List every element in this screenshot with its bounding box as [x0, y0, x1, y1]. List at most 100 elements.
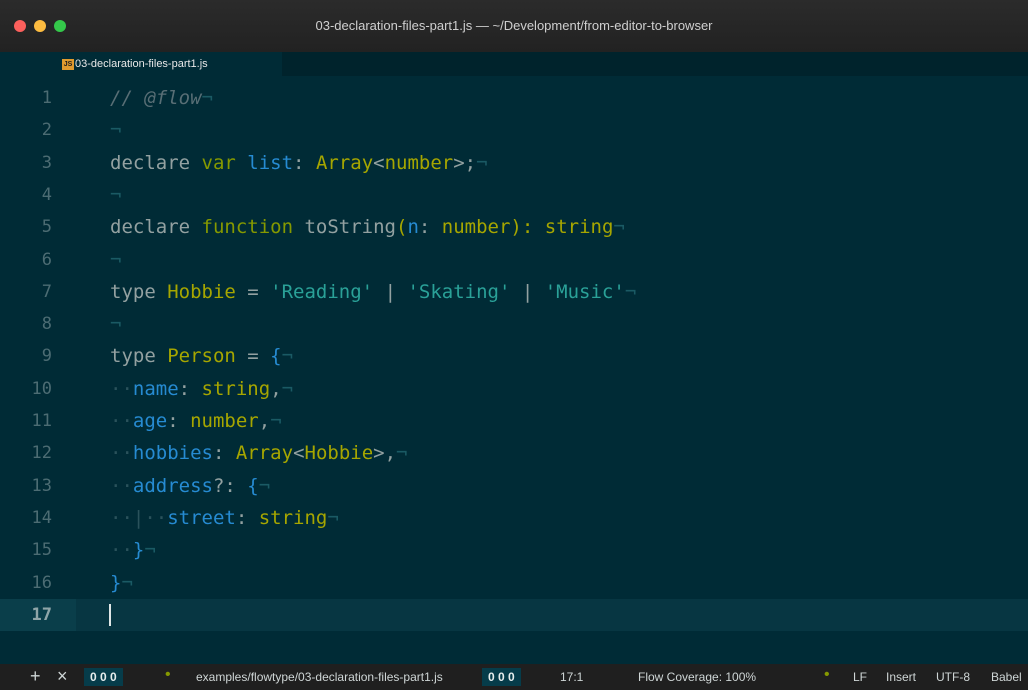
- line-number[interactable]: 2: [0, 114, 52, 146]
- code-token: ··: [110, 442, 133, 465]
- file-path[interactable]: examples/flowtype/03-declaration-files-p…: [196, 670, 443, 684]
- line-number[interactable]: 8: [0, 308, 52, 340]
- code-line[interactable]: 15 ··}¬: [0, 534, 1028, 566]
- flow-status-dot-icon: •: [824, 666, 830, 683]
- line-ending[interactable]: LF: [853, 670, 867, 684]
- code-token: ¬: [476, 151, 488, 174]
- line-number[interactable]: 17: [0, 599, 52, 631]
- code-token: number: [384, 151, 454, 174]
- code-token: Array: [235, 442, 294, 465]
- code-token: =: [235, 345, 271, 368]
- code-token: {: [247, 474, 259, 497]
- line-number[interactable]: 13: [0, 470, 52, 502]
- code-token: ¬: [281, 345, 294, 368]
- text-cursor: [109, 603, 111, 626]
- code-token: {: [270, 345, 282, 368]
- close-icon[interactable]: ×: [57, 666, 68, 687]
- code-text[interactable]: ¬: [110, 308, 121, 340]
- code-line[interactable]: 13 ··address?: {¬: [0, 470, 1028, 502]
- code-text[interactable]: // @flow¬: [110, 82, 213, 114]
- cursor-position[interactable]: 17:1: [560, 670, 583, 684]
- line-number[interactable]: 16: [0, 567, 52, 599]
- code-line[interactable]: 5 declare function toString(n: number): s…: [0, 211, 1028, 243]
- code-text[interactable]: ··address?: {¬: [110, 470, 270, 502]
- code-editor[interactable]: 1// @flow¬ 2 ¬ 3 declare var list: Array<num…: [0, 82, 1028, 657]
- code-token: ¬: [258, 474, 271, 497]
- js-file-icon: JS: [62, 59, 74, 70]
- code-token: :: [235, 506, 259, 529]
- code-line[interactable]: 8 ¬: [0, 308, 1028, 340]
- file-encoding[interactable]: UTF-8: [936, 670, 970, 684]
- line-number[interactable]: 3: [0, 147, 52, 179]
- flow-coverage[interactable]: Flow Coverage: 100%: [638, 670, 756, 684]
- code-token: ):: [510, 216, 545, 239]
- code-token: age: [132, 410, 168, 432]
- code-line[interactable]: 4 ¬: [0, 179, 1028, 211]
- code-token: list: [247, 151, 294, 174]
- code-token: }: [110, 571, 122, 594]
- code-text[interactable]: ¬: [110, 244, 121, 276]
- code-line[interactable]: 10 ··name: string,¬: [0, 373, 1028, 405]
- code-line[interactable]: 9 type Person = {¬: [0, 340, 1028, 372]
- code-token: :: [178, 377, 202, 400]
- code-token: :: [212, 442, 236, 465]
- line-number[interactable]: 15: [0, 534, 52, 566]
- code-text[interactable]: ¬: [110, 179, 121, 211]
- code-text[interactable]: ··|··street: string¬: [110, 502, 339, 534]
- code-text[interactable]: type Person = {¬: [110, 340, 293, 372]
- code-line[interactable]: 7 type Hobbie = 'Reading' | 'Skating' | '…: [0, 276, 1028, 308]
- code-line[interactable]: 17: [0, 598, 1028, 632]
- issues-counter[interactable]: 0 0 0: [482, 668, 521, 686]
- line-number[interactable]: 9: [0, 340, 52, 372]
- code-token: n: [407, 216, 419, 239]
- code-line[interactable]: 6 ¬: [0, 244, 1028, 276]
- code-token: ··: [110, 474, 133, 497]
- add-icon[interactable]: +: [30, 666, 41, 687]
- code-token: ¬: [110, 248, 122, 271]
- line-number[interactable]: 4: [0, 179, 52, 211]
- line-number[interactable]: 14: [0, 502, 52, 534]
- code-text[interactable]: ··age: number,¬: [110, 405, 282, 437]
- line-number[interactable]: 6: [0, 244, 52, 276]
- code-line[interactable]: 12 ··hobbies: Array<Hobbie>,¬: [0, 437, 1028, 469]
- code-token: number: [190, 410, 259, 432]
- code-line[interactable]: 11 ··age: number,¬: [0, 405, 1028, 437]
- status-dot-icon: •: [165, 666, 171, 683]
- code-token: ··: [110, 377, 133, 400]
- code-line[interactable]: 1 // @flow¬: [0, 82, 1028, 114]
- code-line[interactable]: 2 ¬: [0, 114, 1028, 146]
- line-number[interactable]: 12: [0, 437, 52, 469]
- code-token: function: [201, 216, 305, 239]
- code-line[interactable]: 14 ··|··street: string¬: [0, 502, 1028, 534]
- code-text[interactable]: ··name: string,¬: [110, 373, 293, 405]
- code-text[interactable]: ¬: [110, 114, 121, 146]
- code-line[interactable]: 16}¬: [0, 567, 1028, 599]
- code-token: ?:: [212, 474, 248, 497]
- code-text[interactable]: type Hobbie = 'Reading' | 'Skating' | 'M…: [110, 276, 636, 308]
- code-line[interactable]: 3 declare var list: Array<number>;¬: [0, 147, 1028, 179]
- code-token: number: [441, 216, 511, 239]
- code-token: }: [132, 539, 145, 562]
- code-text[interactable]: ··hobbies: Array<Hobbie>,¬: [110, 437, 408, 469]
- code-text[interactable]: declare var list: Array<number>;¬: [110, 147, 488, 179]
- code-text[interactable]: }¬: [110, 567, 133, 599]
- code-text[interactable]: ··}¬: [110, 534, 156, 566]
- code-token: ¬: [144, 539, 156, 562]
- code-token: ¬: [121, 571, 133, 594]
- line-number[interactable]: 5: [0, 211, 52, 243]
- tab-file[interactable]: JS 03-declaration-files-part1.js: [0, 52, 282, 76]
- code-token: 'Music': [544, 280, 625, 303]
- code-token: ¬: [110, 313, 122, 336]
- code-token: declare: [110, 151, 202, 174]
- code-token: |: [510, 280, 545, 303]
- editor-mode[interactable]: Insert: [886, 670, 916, 684]
- lint-counter[interactable]: 0 0 0: [84, 668, 123, 686]
- code-text[interactable]: declare function toString(n: number): st…: [110, 211, 625, 243]
- code-token: ¬: [281, 377, 294, 400]
- code-token: :: [293, 151, 316, 174]
- grammar-selector[interactable]: Babel: [991, 670, 1022, 684]
- line-number[interactable]: 10: [0, 373, 52, 405]
- line-number[interactable]: 11: [0, 405, 52, 437]
- line-number[interactable]: 7: [0, 276, 52, 308]
- line-number[interactable]: 1: [0, 82, 52, 114]
